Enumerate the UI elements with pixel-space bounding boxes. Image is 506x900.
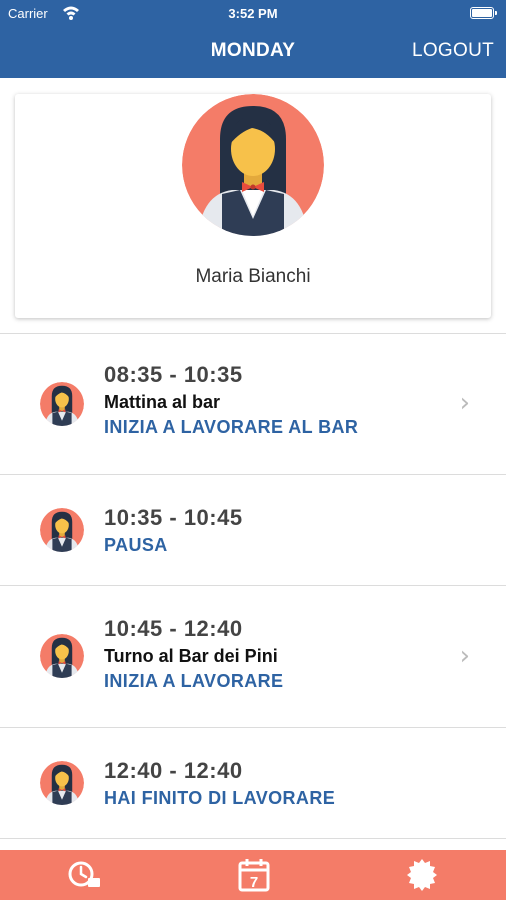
shift-description: Turno al Bar dei Pini <box>104 646 278 666</box>
status-bar: Carrier 3:52 PM <box>0 4 506 24</box>
calendar-icon[interactable]: 7 <box>234 858 274 892</box>
waitress-avatar-icon <box>40 634 84 678</box>
top-nav-bar: Carrier 3:52 PM MONDAY LOGOUT <box>0 0 506 78</box>
schedule-row[interactable]: 08:35 - 10:35 Mattina al bar INIZIA A LA… <box>0 333 506 474</box>
shift-action: INIZIA A LAVORARE <box>104 671 284 691</box>
bottom-tab-bar: 7 <box>0 850 506 900</box>
status-time: 3:52 PM <box>228 6 278 21</box>
chevron-right-icon: › <box>459 641 470 671</box>
schedule-row[interactable]: 10:45 - 12:40 Turno al Bar dei Pini INIZ… <box>0 585 506 727</box>
profile-name: Maria Bianchi <box>195 266 311 287</box>
badge-icon[interactable] <box>402 858 442 892</box>
waitress-avatar-icon <box>40 508 84 552</box>
shift-action: PAUSA <box>104 535 168 555</box>
profile-card: Maria Bianchi <box>15 94 491 318</box>
battery-icon <box>470 7 497 19</box>
shift-action: HAI FINITO DI LAVORARE <box>104 788 336 808</box>
waitress-avatar-icon <box>182 94 324 236</box>
waitress-avatar-icon <box>40 761 84 805</box>
clock-icon[interactable] <box>64 858 104 892</box>
shift-description: Mattina al bar <box>104 392 221 412</box>
schedule-list: 08:35 - 10:35 Mattina al bar INIZIA A LA… <box>0 333 506 839</box>
waitress-avatar-icon <box>40 382 84 426</box>
shift-time: 08:35 - 10:35 <box>104 362 243 387</box>
calendar-day: 7 <box>250 874 258 891</box>
shift-time: 12:40 - 12:40 <box>104 758 243 783</box>
schedule-row[interactable]: 10:35 - 10:45 PAUSA <box>0 474 506 585</box>
shift-time: 10:45 - 12:40 <box>104 616 243 641</box>
chevron-right-icon: › <box>459 388 470 418</box>
logout-button[interactable]: LOGOUT <box>412 40 494 62</box>
shift-action: INIZIA A LAVORARE AL BAR <box>104 417 359 437</box>
schedule-row[interactable]: 12:40 - 12:40 HAI FINITO DI LAVORARE <box>0 727 506 839</box>
shift-time: 10:35 - 10:45 <box>104 505 243 530</box>
